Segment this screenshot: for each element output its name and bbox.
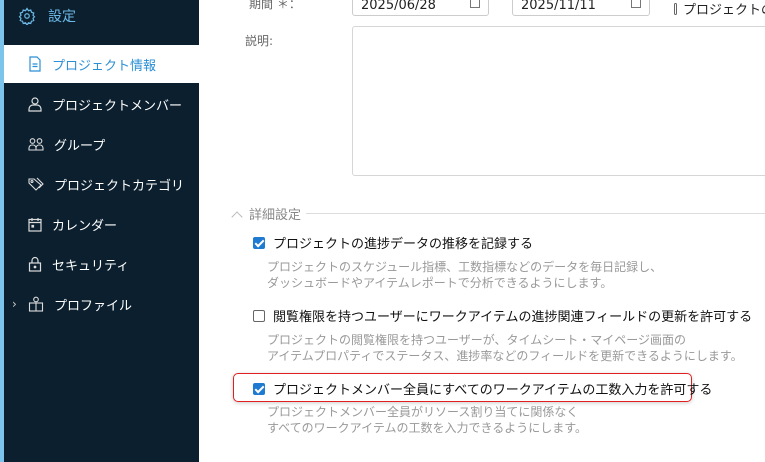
- checkbox[interactable]: [674, 2, 677, 15]
- start-date-value: 2025/06/28: [361, 0, 436, 13]
- document-icon: [29, 56, 41, 72]
- sidebar-item-label: カレンダー: [52, 218, 118, 234]
- chevron-up-icon[interactable]: [231, 210, 243, 223]
- sidebar-item-project-info[interactable]: プロジェクト情報: [4, 45, 199, 83]
- right-checkbox-option[interactable]: プロジェクトの: [674, 0, 765, 18]
- advanced-settings-title: 詳細設定: [249, 208, 302, 223]
- chevron-right-icon[interactable]: ›: [12, 297, 17, 311]
- sidebar-item-label: プロジェクト情報: [52, 58, 157, 74]
- tag-icon: [28, 177, 44, 191]
- checkbox-unchecked[interactable]: [253, 309, 265, 322]
- sidebar-item-project-categories[interactable]: プロジェクトカテゴリ: [4, 165, 199, 203]
- option-description: プロジェクトのスケジュール指標、工数指標などのデータを毎日記録し、 ダッシュボード…: [267, 260, 663, 290]
- option-label: プロジェクトの進捗データの推移を記録する: [273, 237, 534, 252]
- profile-icon: [28, 296, 44, 312]
- checkbox-label: プロジェクトの: [682, 3, 765, 18]
- advanced-settings-header[interactable]: 詳細設定: [231, 204, 765, 223]
- settings-header: 設定: [18, 6, 76, 26]
- divider: [306, 213, 765, 214]
- calendar-icon[interactable]: [631, 0, 641, 8]
- option-allow-viewers-update[interactable]: 閲覧権限を持つユーザーにワークアイテムの進捗関連フィールドの更新を許可する: [253, 306, 752, 325]
- option-description: プロジェクトメンバー全員がリソース割り当てに関係なく すべてのワークアイテムの工数…: [267, 405, 588, 435]
- settings-title: 設定: [48, 9, 76, 25]
- description-textarea[interactable]: [352, 26, 765, 176]
- sidebar-item-calendar[interactable]: カレンダー: [4, 205, 199, 243]
- option-label: 閲覧権限を持つユーザーにワークアイテムの進捗関連フィールドの更新を許可する: [273, 310, 753, 325]
- calendar-icon[interactable]: [470, 0, 480, 8]
- option-description: プロジェクトの閲覧権限を持つユーザーが、タイムシート・マイページ画面の アイテムプ…: [267, 333, 743, 363]
- users-icon: [28, 138, 44, 151]
- sidebar-item-project-members[interactable]: プロジェクトメンバー: [4, 85, 199, 123]
- sidebar-item-profile[interactable]: › プロファイル: [4, 285, 199, 323]
- sidebar-item-groups[interactable]: グループ: [4, 125, 199, 163]
- description-label: 説明:: [245, 34, 274, 48]
- sidebar-item-label: プロジェクトメンバー: [52, 98, 183, 114]
- option-record-progress[interactable]: プロジェクトの進捗データの推移を記録する: [253, 233, 533, 252]
- checkbox-checked[interactable]: [253, 236, 265, 249]
- start-date-input[interactable]: 2025/06/28: [352, 0, 489, 16]
- sidebar-item-label: グループ: [54, 138, 106, 154]
- end-date-input[interactable]: 2025/11/11: [512, 0, 650, 16]
- calendar-icon: [28, 217, 42, 232]
- sidebar-item-security[interactable]: セキュリティ: [4, 245, 199, 283]
- sidebar: 設定 プロジェクト情報 プロジェクトメンバー グループ プロジェクトカテゴリ カ…: [0, 0, 199, 462]
- sidebar-item-label: セキュリティ: [52, 258, 130, 274]
- end-date-value: 2025/11/11: [521, 0, 596, 13]
- sidebar-item-label: プロジェクトカテゴリ: [54, 178, 185, 194]
- period-label: 期間 ＊：: [249, 0, 301, 11]
- option-label: プロジェクトメンバー全員にすべてのワークアイテムの工数入力を許可する: [273, 383, 713, 398]
- option-allow-all-members-effort[interactable]: プロジェクトメンバー全員にすべてのワークアイテムの工数入力を許可する: [253, 379, 712, 398]
- checkbox-checked[interactable]: [253, 382, 265, 395]
- main-content: 期間 ＊： 2025/06/28 2025/11/11 プロジェクトの 説明: …: [199, 0, 765, 462]
- gear-icon: [18, 7, 36, 25]
- sidebar-item-label: プロファイル: [54, 298, 133, 314]
- user-icon: [28, 97, 42, 112]
- lock-icon: [28, 256, 42, 272]
